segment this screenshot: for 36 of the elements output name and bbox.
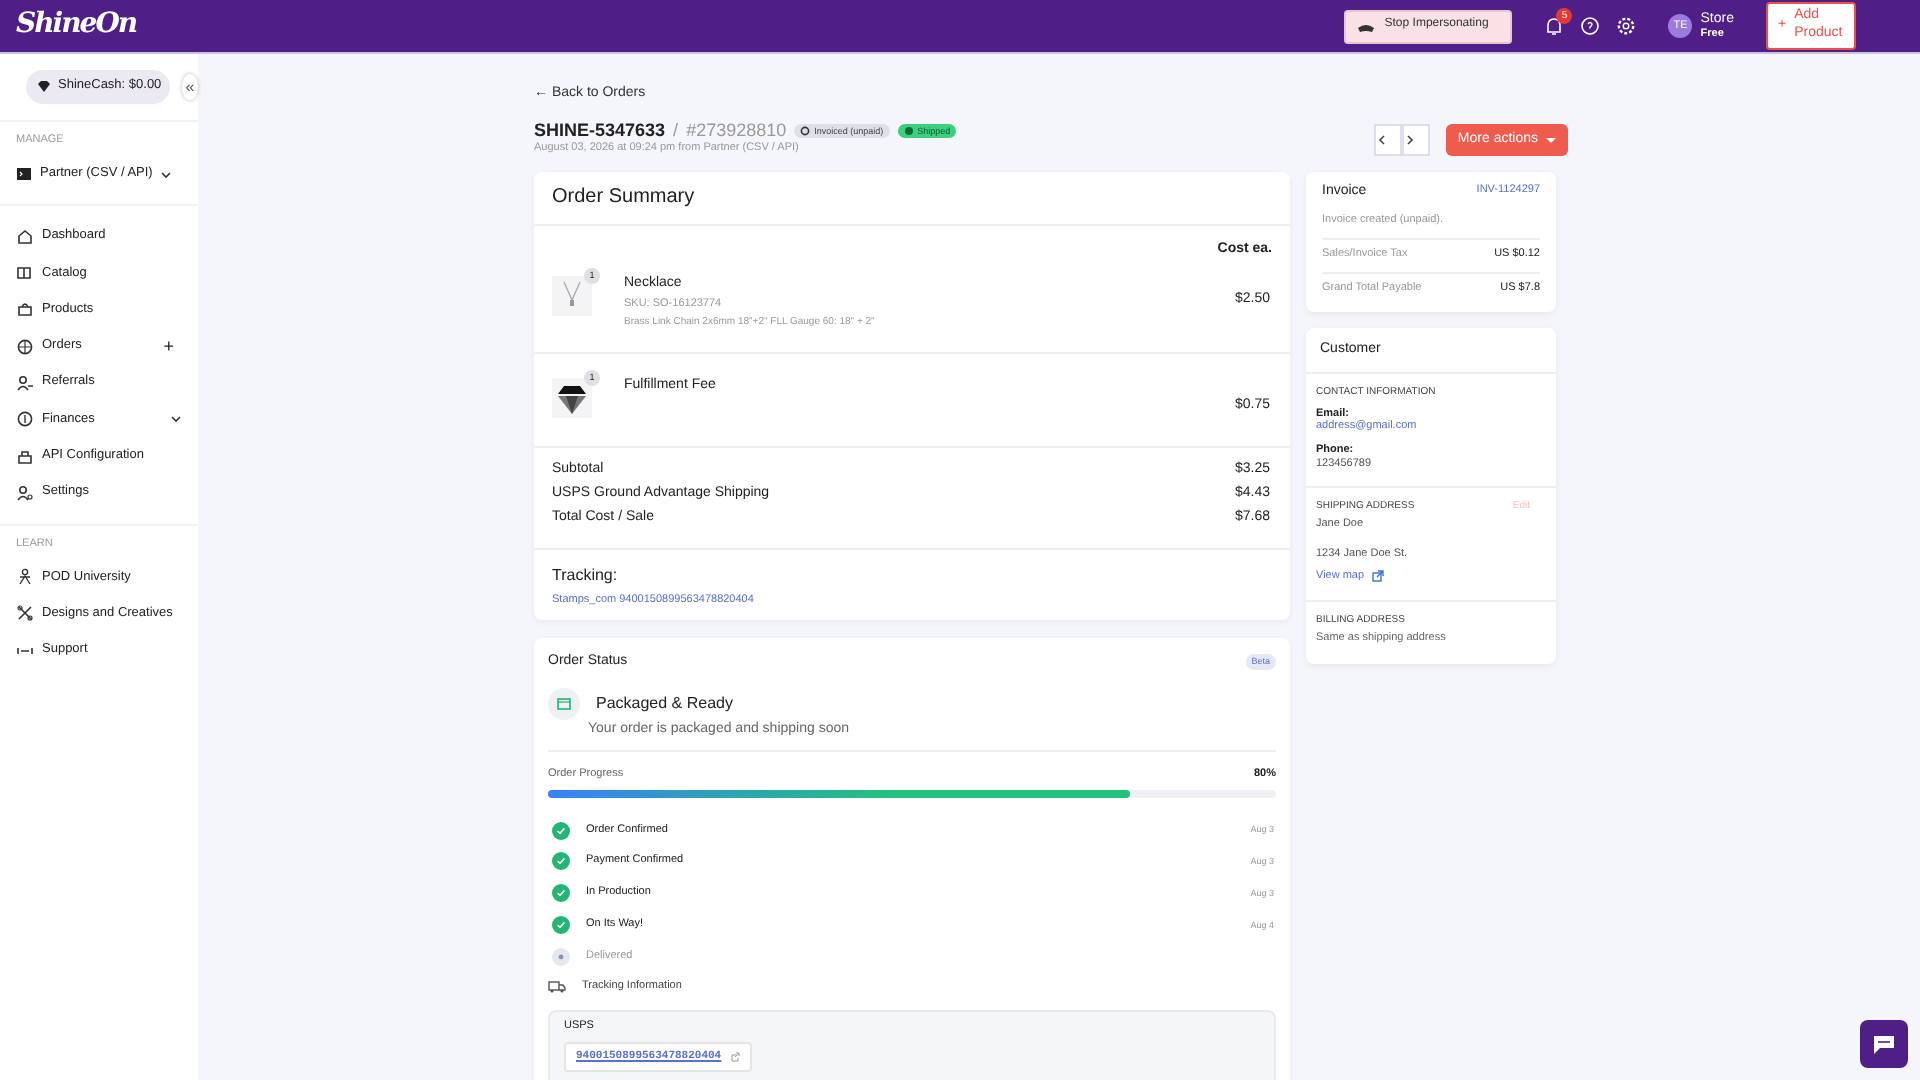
separator: /: [673, 119, 679, 142]
order-number: #273928810: [686, 119, 787, 142]
home-icon: [16, 227, 34, 246]
chevron-right-icon: [1403, 133, 1416, 146]
settings-icon[interactable]: [1616, 16, 1637, 36]
external-link-icon: [729, 1051, 740, 1062]
bag-icon: [16, 300, 34, 319]
toolbox-icon: [16, 447, 34, 466]
collapse-button[interactable]: «: [182, 74, 198, 100]
package-icon: [548, 687, 580, 719]
logo[interactable]: ShineOn: [16, 8, 137, 44]
chevron-left-icon: [1375, 133, 1388, 146]
bell-icon[interactable]: [1544, 16, 1565, 36]
chat-icon: [1872, 1033, 1896, 1055]
chat-button[interactable]: [1860, 1020, 1908, 1068]
status-headline: Packaged & Ready: [596, 693, 733, 713]
terminal-icon: [16, 166, 32, 183]
truck-icon: [548, 980, 566, 995]
globe-icon: [16, 337, 34, 356]
user-gear-icon: [16, 483, 34, 502]
chevron-down-icon: [160, 169, 173, 180]
card-title: Order Summary: [550, 183, 697, 212]
diamond-icon: [36, 80, 52, 94]
figure-icon: [16, 568, 34, 587]
scissors-icon: [16, 604, 34, 623]
help-icon[interactable]: [1580, 16, 1601, 36]
next-button[interactable]: [1401, 123, 1430, 156]
order-id: SHINE-5347633: [534, 119, 666, 142]
previous-button[interactable]: [1373, 123, 1402, 156]
status-icon: [800, 125, 811, 136]
book-icon: [16, 264, 34, 283]
tracking-label: Tracking:: [552, 566, 620, 586]
external-link-icon: [1372, 570, 1385, 583]
caret-icon: [1546, 135, 1556, 144]
mask-icon: [1356, 19, 1377, 33]
status-icon: [903, 125, 914, 136]
